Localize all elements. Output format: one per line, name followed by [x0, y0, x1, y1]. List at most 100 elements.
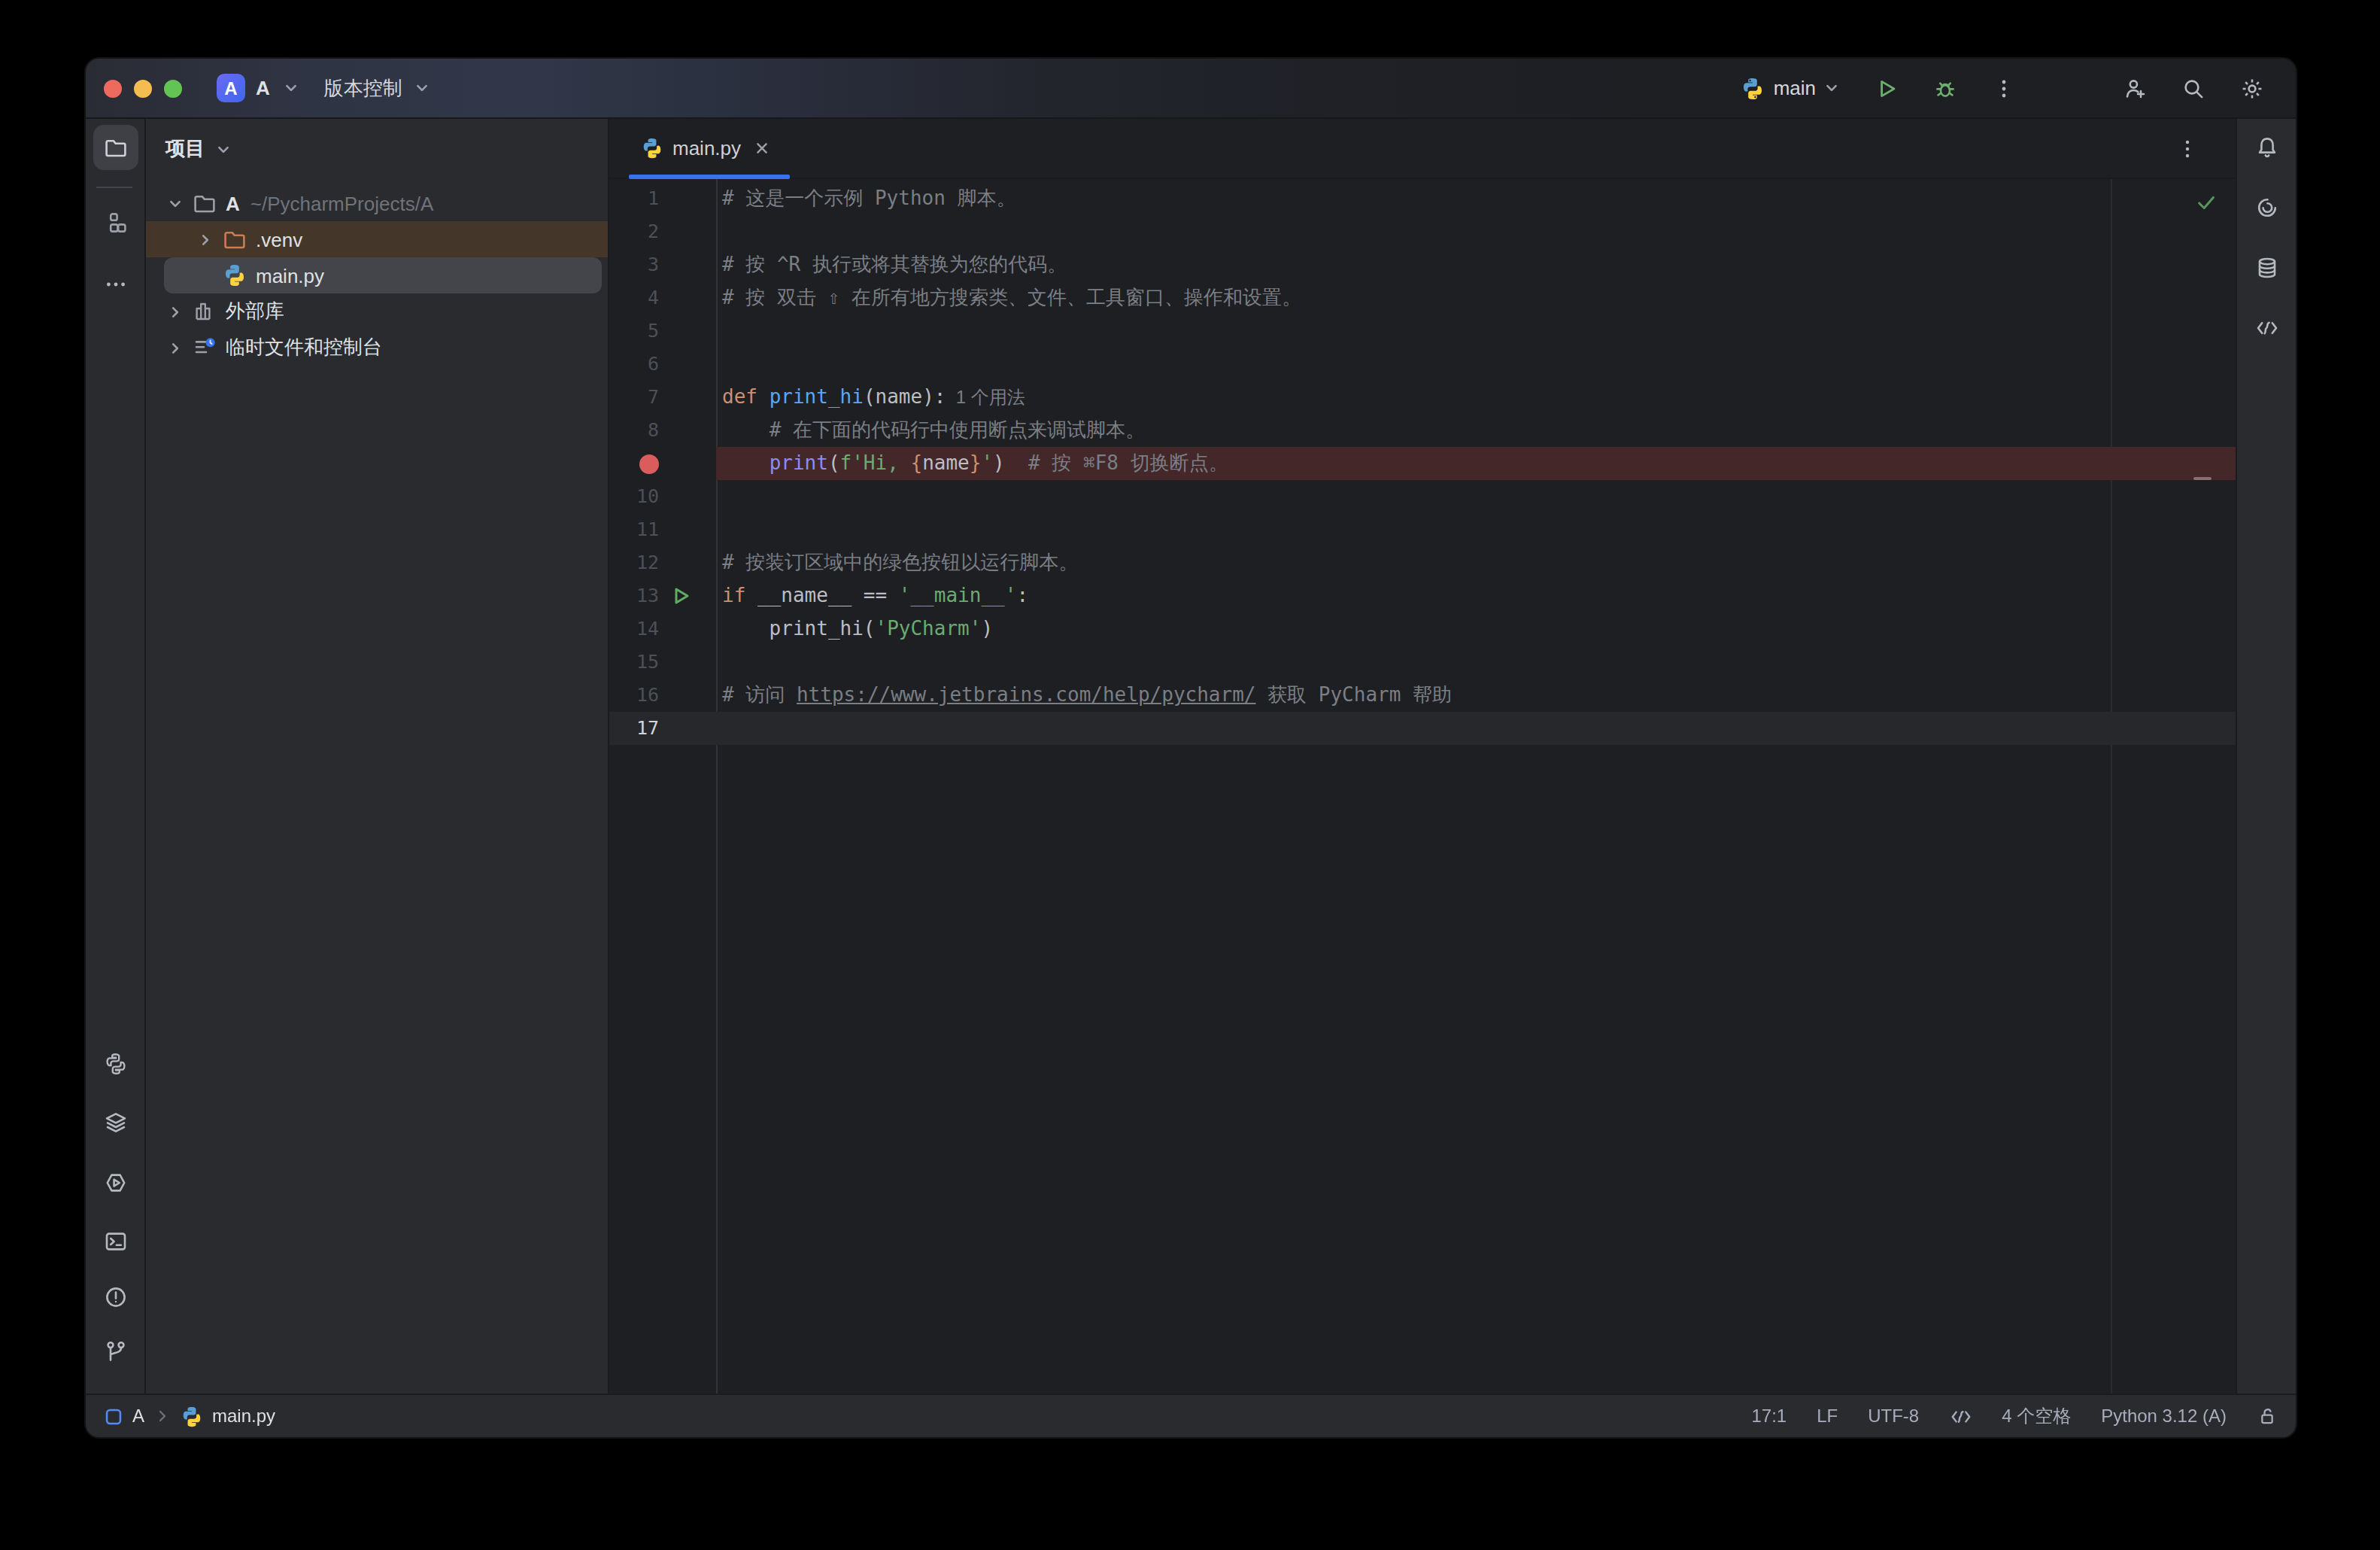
more-actions-button[interactable]	[1984, 68, 2023, 108]
search-everywhere-button[interactable]	[2174, 68, 2213, 108]
code-line-16[interactable]: # 访问 https://www.jetbrains.com/help/pych…	[722, 679, 1452, 712]
line-number[interactable]: 15	[609, 646, 659, 679]
tree-chevron-down[interactable]	[162, 191, 187, 215]
close-window-button[interactable]	[104, 79, 122, 97]
python-console-tool-button[interactable]	[93, 1160, 138, 1205]
lock-icon[interactable]	[2242, 1406, 2278, 1427]
right-tool-strip	[2236, 119, 2296, 1393]
line-number[interactable]: 10	[609, 480, 659, 513]
error-stripe-breakpoint-mark[interactable]	[2193, 477, 2212, 480]
line-number[interactable]: 6	[609, 348, 659, 381]
breadcrumb-file[interactable]: main.py	[212, 1406, 275, 1427]
more-tool-windows-button[interactable]	[93, 262, 138, 307]
inspections-ok-icon[interactable]	[2195, 191, 2218, 218]
status-widgets: 17:1 LF UTF-8 4 个空格 Python 3.12 (A)	[1736, 1403, 2278, 1429]
line-number[interactable]: 16	[609, 679, 659, 712]
code-seg-text: name	[922, 451, 970, 474]
code-seg-text: (	[828, 451, 840, 474]
code-line-1[interactable]: # 这是一个示例 Python 脚本。	[722, 182, 1016, 215]
code-line-12[interactable]: # 按装订区域中的绿色按钮以运行脚本。	[722, 546, 1078, 579]
file-encoding[interactable]: UTF-8	[1853, 1406, 1934, 1427]
database-button[interactable]	[2245, 245, 2290, 290]
tree-label: main.py	[256, 264, 324, 287]
settings-button[interactable]	[2233, 68, 2272, 108]
code-seg-text	[722, 451, 770, 474]
tab-options-button[interactable]	[2175, 119, 2199, 178]
tree-chevron-right[interactable]	[162, 336, 187, 360]
maximize-window-button[interactable]	[164, 79, 182, 97]
tree-chevron-right[interactable]	[162, 299, 187, 324]
library-icon	[193, 299, 217, 324]
line-number[interactable]: 11	[609, 513, 659, 546]
python-interpreter[interactable]: Python 3.12 (A)	[2086, 1406, 2242, 1427]
tree-row-main-py-file[interactable]: main.py	[146, 257, 608, 293]
terminal-tool-button[interactable]	[93, 1219, 138, 1264]
gutter-separator	[716, 179, 718, 1393]
vcs-widget[interactable]: 版本控制	[324, 74, 434, 102]
plots-button[interactable]	[2245, 305, 2290, 351]
line-number[interactable]: 17	[609, 712, 659, 745]
line-number[interactable]: 12	[609, 546, 659, 579]
line-number[interactable]: 3	[609, 248, 659, 281]
line-number[interactable]: 2	[609, 215, 659, 248]
project-widget[interactable]: A A	[217, 74, 303, 102]
line-separator[interactable]: LF	[1802, 1406, 1853, 1427]
run-config-name[interactable]: main	[1774, 77, 1816, 99]
project-icon	[104, 1406, 123, 1426]
code-line-14[interactable]: print_hi('PyCharm')	[722, 612, 993, 646]
chevron-right-icon	[153, 1407, 172, 1425]
minimize-window-button[interactable]	[134, 79, 152, 97]
code-seg-comment: # 按 双击 ⇧ 在所有地方搜索类、文件、工具窗口、操作和设置。	[722, 286, 1301, 308]
ai-assistant-button[interactable]	[2245, 185, 2290, 230]
problems-tool-button[interactable]	[93, 1275, 138, 1320]
tree-row-external-libraries[interactable]: 外部库	[146, 293, 608, 330]
caret-position[interactable]: 17:1	[1736, 1406, 1802, 1427]
code-line-7[interactable]: def print_hi(name): 1 个用法	[722, 381, 1025, 414]
tree-row-scratches-and-consoles[interactable]: 临时文件和控制台	[146, 330, 608, 366]
version-control-tool-button[interactable]	[93, 1329, 138, 1374]
tree-row-venv-folder[interactable]: .venv	[146, 221, 608, 257]
tab-close-button[interactable]	[750, 136, 774, 160]
indent-style[interactable]: 4 个空格	[1987, 1403, 2086, 1429]
run-gutter-icon[interactable]	[672, 587, 691, 605]
code-line-13[interactable]: if __name__ == '__main__':	[722, 579, 1028, 612]
notifications-button[interactable]	[2245, 125, 2290, 170]
main-area: 项目 A~/PycharmProjects/A.venv main.py 外部库临时…	[86, 119, 2296, 1393]
debug-button[interactable]	[1926, 68, 1965, 108]
editor-area: main.py 1# 这是一个示例	[609, 119, 2236, 1393]
tree-chevron-right[interactable]	[193, 227, 217, 251]
structure-tool-button[interactable]	[93, 200, 138, 245]
chevron-down-icon[interactable]	[1820, 77, 1843, 99]
code-seg-string: '	[981, 451, 993, 474]
run-button[interactable]	[1867, 68, 1906, 108]
line-number[interactable]: 7	[609, 381, 659, 414]
line-number[interactable]: 1	[609, 182, 659, 215]
tab-main-py[interactable]: main.py	[629, 119, 789, 178]
code-line-3[interactable]: # 按 ^R 执行或将其替换为您的代码。	[722, 248, 1067, 281]
titlebar-right: main	[1741, 68, 2296, 108]
structure-icon	[104, 211, 128, 235]
editor[interactable]: 1 # 这是一个示例 Python 脚本。 23 # 按 ^R 执行或将其替换为您的代…	[609, 179, 2236, 1393]
project-tool-button[interactable]	[93, 125, 138, 170]
line-number[interactable]: 5	[609, 315, 659, 348]
code-line-9[interactable]: print(f'Hi, {name}') # 按 ⌘F8 切换断点。	[722, 447, 1228, 480]
line-number[interactable]: 14	[609, 612, 659, 646]
code-style-icon[interactable]	[1934, 1405, 1987, 1427]
code-line-8[interactable]: # 在下面的代码行中使用断点来调试脚本。	[722, 414, 1145, 447]
breadcrumb-project[interactable]: A	[132, 1406, 144, 1427]
chevron-down-icon	[281, 77, 303, 99]
line-number[interactable]: 8	[609, 414, 659, 447]
code-with-me-button[interactable]	[2115, 68, 2154, 108]
tree-path: ~/PycharmProjects/A	[250, 192, 434, 214]
code-seg-keyword: if	[722, 584, 757, 606]
line-number[interactable]: 13	[609, 579, 659, 612]
code-line-4[interactable]: # 按 双击 ⇧ 在所有地方搜索类、文件、工具窗口、操作和设置。	[722, 281, 1301, 315]
tree-row-project-root[interactable]: A~/PycharmProjects/A	[146, 185, 608, 221]
chevron-down-icon	[212, 138, 235, 160]
project-panel-header[interactable]: 项目	[146, 119, 608, 179]
breakpoint-dot[interactable]	[639, 454, 659, 473]
python-packages-tool-button[interactable]	[93, 1041, 138, 1087]
titlebar: A A 版本控制 main	[86, 59, 2296, 119]
line-number[interactable]: 4	[609, 281, 659, 315]
services-tool-button[interactable]	[93, 1100, 138, 1145]
